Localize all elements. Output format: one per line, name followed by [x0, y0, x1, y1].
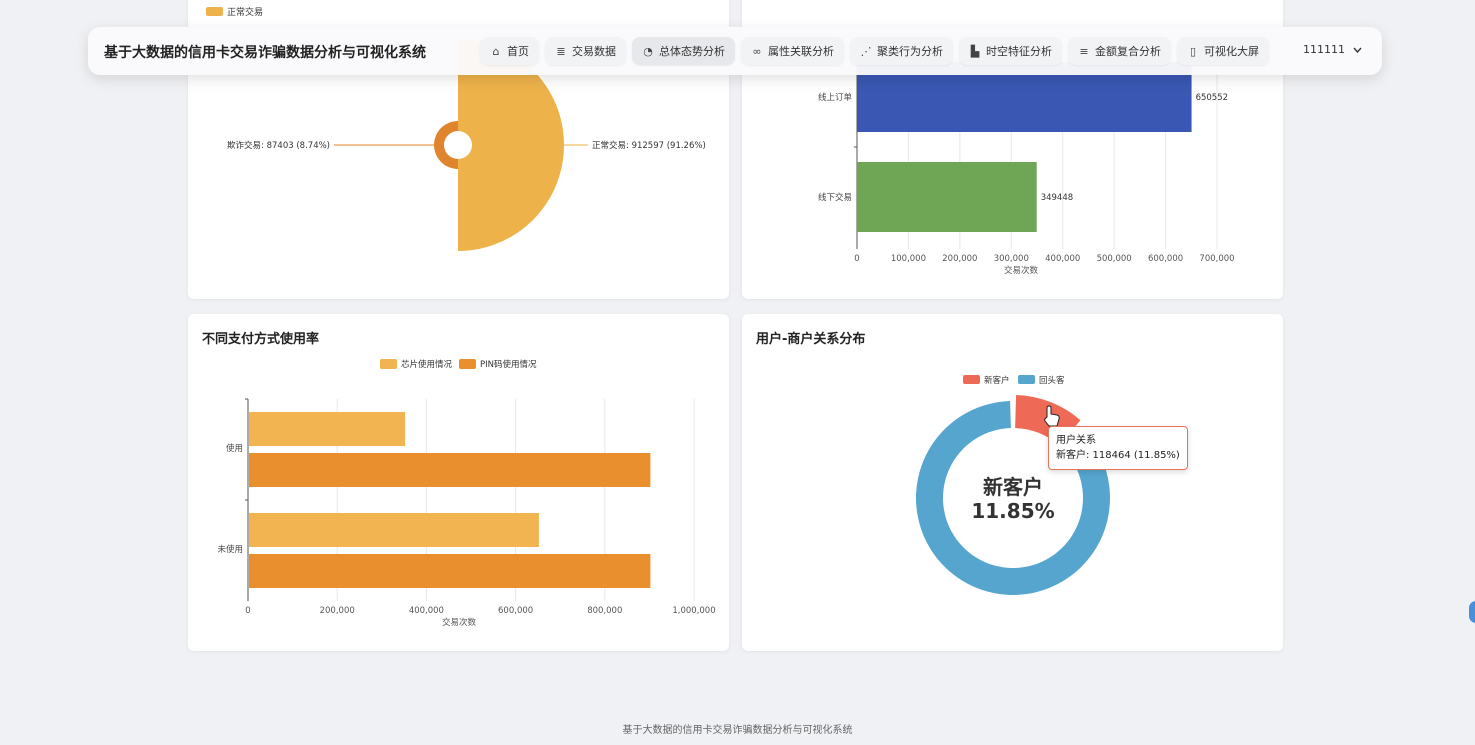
screen-icon: ▯ [1189, 44, 1197, 58]
bar-chip[interactable] [249, 513, 539, 547]
legend-label[interactable]: 芯片使用情况 [401, 359, 453, 370]
data-label-normal: 正常交易: 912597 (91.26%) [592, 140, 706, 151]
y-tick-label: 线下交易 [818, 192, 852, 203]
bar-pin[interactable] [249, 453, 651, 487]
x-tick-label: 700,000 [1199, 254, 1234, 264]
x-tick-label: 600,000 [498, 606, 533, 616]
bar-pin[interactable] [249, 554, 651, 588]
x-tick-label: 500,000 [1097, 254, 1132, 264]
center-label: 新客户 [983, 475, 1043, 499]
payment-method-chart: 芯片使用情况 PIN码使用情况 0 200,000 400,000 600,000 800,… [217, 359, 716, 628]
bar-chip[interactable] [249, 412, 406, 446]
pie-chart-icon: ◔ [643, 44, 653, 58]
coins-icon: ≡ [1079, 44, 1089, 58]
chevron-down-icon [1353, 47, 1362, 53]
legend-label[interactable]: PIN码使用情况 [480, 359, 537, 370]
y-tick-label: 线上订单 [818, 92, 853, 103]
page-footer: 基于大数据的信用卡交易诈骗数据分析与可视化系统 [622, 725, 853, 736]
nav-item-home[interactable]: ⌂ 首页 [480, 37, 539, 65]
nav-label: 时空特征分析 [986, 45, 1052, 58]
nav-label: 属性关联分析 [768, 45, 834, 58]
x-tick-label: 100,000 [891, 254, 926, 264]
x-tick-label: 200,000 [320, 606, 355, 616]
legend-label[interactable]: 新客户 [984, 375, 1010, 386]
data-label: 650552 [1196, 93, 1228, 103]
username: 111111 [1303, 43, 1345, 56]
link-icon: ∞ [752, 44, 762, 58]
user-merchant-donut-chart: 新客户 回头客新客户11.85% [916, 375, 1110, 595]
database-icon: ≣ [556, 44, 566, 58]
nav-item-cluster-analysis[interactable]: ⋰ 聚类行为分析 [850, 37, 953, 65]
legend-swatch[interactable] [459, 359, 476, 369]
x-tick-label: 400,000 [409, 606, 444, 616]
x-tick-label: 800,000 [587, 606, 622, 616]
legend-swatch-normal[interactable] [206, 7, 223, 16]
nav-item-transactions[interactable]: ≣ 交易数据 [545, 37, 626, 65]
chart-tooltip: 用户关系 新客户: 118464 (11.85%) [1048, 426, 1188, 470]
nav-item-attribute-analysis[interactable]: ∞ 属性关联分析 [741, 37, 844, 65]
x-tick-label: 600,000 [1148, 254, 1183, 264]
user-merchant-card: 用户-商户关系分布 新客户 回头客 新客户 11.85% [742, 314, 1283, 651]
nav-label: 金额复合分析 [1095, 45, 1161, 58]
tooltip-text: 新客户: 118464 (11.85%) [1056, 450, 1180, 461]
x-axis-label: 交易次数 [1004, 265, 1039, 276]
pie-slice-fraud[interactable] [434, 121, 458, 169]
center-value: 11.85% [971, 499, 1054, 523]
legend-swatch[interactable] [963, 375, 980, 384]
floating-action-button[interactable] [1469, 601, 1475, 623]
cluster-icon: ⋰ [860, 44, 872, 58]
y-tick-label: 未使用 [217, 544, 243, 555]
map-icon: ▙ [970, 44, 980, 58]
x-tick-label: 0 [854, 254, 859, 264]
nav-item-dashboard[interactable]: ▯ 可视化大屏 [1177, 37, 1269, 65]
nav-item-overall-analysis[interactable]: ◔ 总体态势分析 [632, 37, 735, 65]
nav-label: 总体态势分析 [659, 45, 725, 58]
data-label-fraud: 欺诈交易: 87403 (8.74%) [227, 140, 330, 151]
x-tick-label: 1,000,000 [672, 606, 715, 616]
nav-label: 交易数据 [572, 45, 616, 58]
x-tick-label: 400,000 [1045, 254, 1080, 264]
x-tick-label: 0 [245, 606, 250, 616]
y-tick-label: 使用 [226, 443, 243, 454]
user-menu[interactable]: 111111 [1303, 43, 1362, 56]
legend-swatch[interactable] [1018, 375, 1035, 384]
x-axis-label: 交易次数 [442, 617, 477, 628]
bar-offline[interactable] [857, 162, 1037, 232]
home-icon: ⌂ [492, 44, 500, 58]
nav-label: 可视化大屏 [1204, 45, 1259, 58]
nav-item-spatiotemporal-analysis[interactable]: ▙ 时空特征分析 [959, 37, 1062, 65]
legend-label[interactable]: 回头客 [1039, 375, 1065, 386]
payment-method-card: 不同支付方式使用率 芯片使用情况 PIN码使用情况 0 200,000 400,000 6… [188, 314, 729, 651]
x-tick-label: 200,000 [942, 254, 977, 264]
legend-label-normal[interactable]: 正常交易 [227, 6, 263, 18]
data-label: 349448 [1041, 193, 1073, 203]
legend-swatch[interactable] [380, 359, 397, 369]
app-title: 基于大数据的信用卡交易诈骗数据分析与可视化系统 [104, 45, 426, 61]
nav-label: 聚类行为分析 [877, 45, 943, 58]
tooltip-title: 用户关系 [1056, 435, 1096, 446]
top-navigation-bar: 基于大数据的信用卡交易诈骗数据分析与可视化系统 ⌂ 首页 ≣ 交易数据 ◔ 总体态势分… [88, 27, 1382, 75]
nav-item-amount-analysis[interactable]: ≡ 金额复合分析 [1068, 37, 1171, 65]
main-nav: ⌂ 首页 ≣ 交易数据 ◔ 总体态势分析 ∞ 属性关联分析 ⋰ 聚类行为分析 ▙ 时空特征分… [480, 37, 1269, 65]
x-tick-label: 300,000 [994, 254, 1029, 264]
nav-label: 首页 [507, 45, 529, 58]
